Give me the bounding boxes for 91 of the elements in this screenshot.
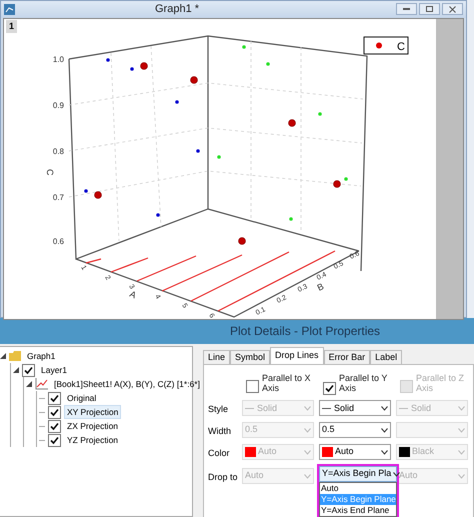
data-point [190,76,198,84]
caret-icon [304,474,311,478]
axis-tick-label: 0.9 [52,100,64,110]
axis-tick-label: 0.7 [52,192,64,202]
data-point [318,112,322,116]
axis-tick-label: 1.0 [52,54,64,64]
data-point [196,148,200,152]
data-point [344,176,348,180]
data-point [94,190,102,198]
tree-item[interactable]: ZX Projection [64,419,122,433]
folder-icon [9,351,21,361]
tree-item[interactable]: Layer1 [38,363,70,377]
caret-icon [458,450,465,454]
data-point [140,62,148,70]
tab[interactable]: Symbol [230,350,270,364]
data-point [242,44,246,48]
expand-arrow-icon[interactable] [13,367,19,373]
legend-background [364,36,408,54]
tab[interactable]: Line [203,350,230,364]
dropdown-option[interactable]: Auto [320,483,396,494]
checkbox[interactable] [48,434,61,446]
tree-item[interactable]: XY Projection [64,405,122,419]
checkbox[interactable] [323,382,336,395]
data-point [288,118,296,126]
caret-icon [304,428,311,432]
axis-title: A [128,288,138,300]
dropdown[interactable]: 0.5 [319,422,391,438]
tree-item[interactable]: Graph1 [24,349,58,363]
expand-arrow-icon[interactable] [26,381,32,387]
row-label: Width [208,425,232,438]
caret-icon [381,406,388,410]
close-button[interactable] [442,3,463,16]
caret-icon [381,428,388,432]
caret-icon [458,406,465,410]
restore-icon [426,6,433,12]
caret-icon [381,450,388,454]
caret-icon [458,474,465,478]
close-icon [449,6,456,13]
data-point [333,180,341,188]
tab[interactable]: Error Bar [324,350,370,364]
app-icon [4,4,15,15]
layer-label[interactable]: 1 [6,20,18,33]
checkbox[interactable] [48,392,61,404]
data-point [175,100,179,104]
tree-item[interactable]: YZ Projection [64,433,122,447]
dropdown-option[interactable]: Y=Axis End Plane [320,505,396,516]
checkbox-label[interactable]: Parallel to Y Axis [339,373,391,393]
restore-button[interactable] [419,3,440,16]
data-point [130,66,134,70]
dropdown[interactable]: Y=Axis Begin Pla [319,466,397,482]
line-style-icon [245,408,254,410]
checkbox[interactable] [246,380,259,393]
row-label: Style [208,403,230,416]
caret-icon [458,428,465,432]
checkbox[interactable] [48,420,61,432]
checkbox-label[interactable]: Parallel to X Axis [262,373,314,393]
tab[interactable]: Label [370,350,402,364]
caret-icon [393,472,400,476]
line-style-icon [322,408,331,410]
caret-icon [304,450,311,454]
row-label: Color [208,447,231,460]
axis-tick-label: 0.8 [52,146,64,156]
axis-title: B [316,280,326,292]
tree-item[interactable]: Original [64,391,100,405]
dropdown[interactable]: Auto [319,444,391,460]
data-point [106,58,110,62]
dialog-title: Plot Details - Plot Properties [230,323,380,340]
data-point [238,236,246,244]
tab[interactable]: Drop Lines [270,347,324,364]
minimize-icon [403,8,410,10]
data-point [266,62,270,66]
legend-symbol [376,42,382,48]
axis-title: C [45,168,55,175]
data-point [289,216,293,220]
legend-label: C [397,40,405,52]
drop-line [86,258,102,264]
checkbox[interactable] [22,364,35,376]
line-plot-icon [35,378,48,390]
tree-item[interactable]: [Book1]Sheet1! A(X), B(Y), C(Z) [1*:6*] [51,377,203,391]
caret-icon [304,406,311,410]
checkbox[interactable] [48,406,61,418]
line-style-icon [399,408,408,410]
minimize-button[interactable] [396,3,417,16]
data-point [217,154,221,158]
window-title: Graph1 * [154,2,200,17]
dropdown[interactable]: Solid [319,400,391,416]
data-point [84,188,88,192]
row-label: Drop to [208,471,239,484]
data-point [156,212,160,216]
axis-tick-label: 0.6 [52,236,64,246]
expand-arrow-icon[interactable] [0,353,6,359]
